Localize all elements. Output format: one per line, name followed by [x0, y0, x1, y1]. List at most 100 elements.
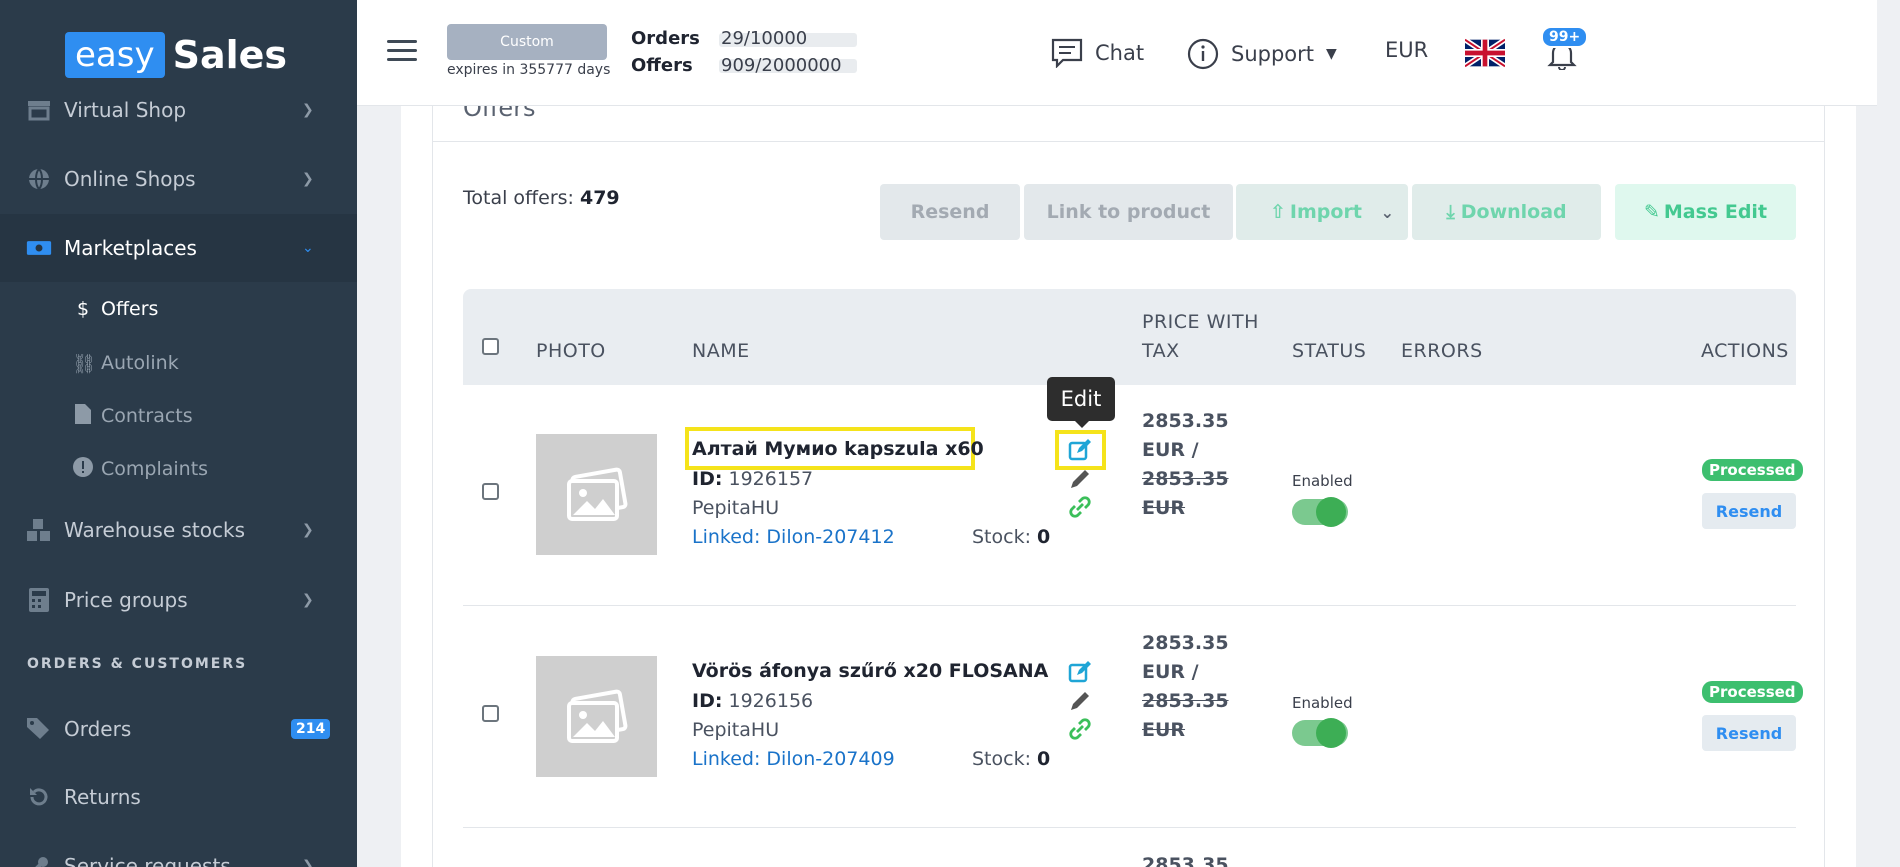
resend-row-button[interactable]: Resend — [1702, 715, 1796, 751]
product-linked-link[interactable]: Linked: Dilon-207409 — [692, 748, 895, 770]
download-icon: ⤓ — [1446, 201, 1455, 223]
sidebar-item-label: Price groups — [64, 588, 188, 612]
edit-icon[interactable] — [1068, 438, 1092, 462]
sidebar-item-marketplaces[interactable]: Marketplaces ⌄ — [0, 214, 357, 282]
product-id: ID: 1926156 — [692, 690, 813, 712]
edit-icon[interactable] — [1068, 660, 1092, 684]
support-button[interactable]: Support ▼ — [1187, 38, 1337, 70]
column-actions: ACTIONS — [1701, 340, 1789, 362]
resend-row-button[interactable]: Resend — [1702, 493, 1796, 529]
sidebar-item-price-groups[interactable]: Price groups ❯ — [0, 576, 357, 624]
sidebar-subitem-complaints[interactable]: Complaints — [0, 449, 357, 489]
sidebar-subitem-autolink[interactable]: ⛓ Autolink — [0, 343, 357, 383]
currency-selector[interactable]: EUR — [1385, 38, 1428, 62]
sidebar-item-warehouse-stocks[interactable]: Warehouse stocks ❯ — [0, 506, 357, 554]
logo[interactable]: easy Sales — [65, 32, 287, 78]
sidebar-item-online-shops[interactable]: Online Shops ❯ — [0, 155, 357, 203]
sidebar-item-service-requests[interactable]: Service requests ❯ — [0, 842, 357, 867]
sidebar-item-label: Virtual Shop — [64, 98, 187, 122]
hamburger-menu-icon[interactable] — [387, 40, 417, 62]
price-old-value: 2853.35 — [1142, 465, 1229, 494]
price-value: 2853.35 — [1142, 632, 1229, 654]
download-button[interactable]: ⤓ Download — [1412, 184, 1601, 240]
plan-badge[interactable]: Custom — [447, 24, 607, 60]
price-cell: 2853.35 EUR / 2853.35 EUR — [1142, 629, 1229, 745]
sidebar-item-label: Warehouse stocks — [64, 518, 246, 542]
chevron-down-icon[interactable]: ⌄ — [1381, 203, 1394, 222]
sidebar-item-returns[interactable]: Returns — [0, 773, 357, 821]
sidebar-subitem-label: Offers — [101, 298, 159, 320]
sidebar-item-orders[interactable]: Orders 214 — [0, 705, 357, 753]
stock-label: Stock: — [972, 526, 1031, 548]
product-id-value: 1926157 — [728, 468, 814, 490]
price-currency: EUR / — [1142, 661, 1199, 683]
sidebar-subitem-contracts[interactable]: Contracts — [0, 396, 357, 436]
sidebar-item-label: Online Shops — [64, 167, 196, 191]
notifications-badge: 99+ — [1541, 26, 1589, 48]
column-errors: ERRORS — [1401, 340, 1483, 362]
row-checkbox[interactable] — [482, 483, 499, 500]
resend-button[interactable]: Resend — [880, 184, 1020, 240]
caret-down-icon: ▼ — [1326, 46, 1337, 62]
orders-label: Orders — [631, 28, 700, 49]
title-divider — [433, 141, 1824, 142]
product-id: ID: 1926157 — [692, 468, 813, 490]
sidebar-item-label: Marketplaces — [64, 236, 197, 260]
price-old-currency-text: EUR — [1142, 719, 1186, 741]
product-id-label: ID: — [692, 468, 723, 490]
orders-usage: 29/10000 — [721, 28, 808, 49]
price-cell: 2853.35 EUR / 2853.35 EUR — [1142, 407, 1229, 523]
price-value: 2853.35 — [1142, 410, 1229, 432]
processed-badge: Processed — [1702, 459, 1803, 481]
download-button-label: Download — [1460, 201, 1567, 223]
link-icon[interactable] — [1068, 495, 1092, 519]
status-toggle[interactable] — [1292, 497, 1348, 527]
sidebar-item-label: Returns — [64, 785, 141, 809]
total-offers: Total offers: 479 — [463, 187, 620, 209]
status-toggle[interactable] — [1292, 718, 1348, 748]
stock-value: 0 — [1037, 526, 1051, 548]
chevron-down-icon: ⌄ — [302, 240, 314, 256]
chat-icon — [1051, 38, 1083, 68]
mass-edit-button[interactable]: ✎ Mass Edit — [1615, 184, 1796, 240]
wrench-icon — [26, 853, 52, 867]
support-label: Support — [1231, 42, 1315, 66]
price-currency: EUR / — [1142, 439, 1199, 461]
row-checkbox[interactable] — [482, 705, 499, 722]
undo-icon — [26, 784, 52, 810]
link-icon: ⛓ — [72, 352, 97, 375]
column-price-line2: TAX — [1142, 340, 1180, 362]
select-all-checkbox[interactable] — [482, 338, 499, 355]
chat-button[interactable]: Chat — [1051, 38, 1144, 68]
price-old-currency-text: EUR — [1142, 497, 1186, 519]
stock-label: Stock: — [972, 748, 1031, 770]
product-name[interactable]: Алтай Мумио kapszula x60 — [692, 438, 984, 460]
sidebar-subitem-label: Autolink — [101, 352, 179, 374]
column-price-line1[interactable]: PRICE WITH — [1142, 311, 1259, 333]
uk-flag-icon[interactable] — [1465, 38, 1505, 68]
product-linked-link[interactable]: Linked: Dilon-207412 — [692, 526, 895, 548]
product-shop: PepitaHU — [692, 719, 780, 741]
row-divider — [463, 827, 1796, 828]
sidebar-item-label: Service requests — [64, 854, 231, 867]
sidebar-subitem-label: Complaints — [101, 458, 209, 480]
logo-easy: easy — [65, 32, 165, 78]
link-icon[interactable] — [1068, 717, 1092, 741]
import-button[interactable]: ⇧ Import ⌄ — [1236, 184, 1408, 240]
sidebar-subitem-offers[interactable]: $ Offers — [0, 289, 357, 329]
boxes-icon — [26, 517, 52, 543]
price-cell: 2853.35 — [1142, 851, 1229, 867]
column-name[interactable]: NAME — [692, 340, 750, 362]
logo-sales: Sales — [172, 33, 288, 77]
pencil-icon[interactable] — [1068, 689, 1092, 713]
plan-expiry: expires in 355777 days — [447, 62, 611, 78]
mass-edit-button-label: Mass Edit — [1663, 201, 1768, 223]
sidebar-item-virtual-shop[interactable]: Virtual Shop ❯ — [0, 86, 357, 134]
total-offers-value: 479 — [579, 187, 620, 209]
link-to-product-button[interactable]: Link to product — [1024, 184, 1233, 240]
product-name[interactable]: Vörös áfonya szűrő x20 FLOSANA — [692, 660, 1048, 682]
price-value: 2853.35 — [1142, 854, 1229, 867]
alert-icon — [72, 456, 94, 482]
pencil-icon[interactable] — [1068, 467, 1092, 491]
tags-icon — [26, 716, 52, 742]
